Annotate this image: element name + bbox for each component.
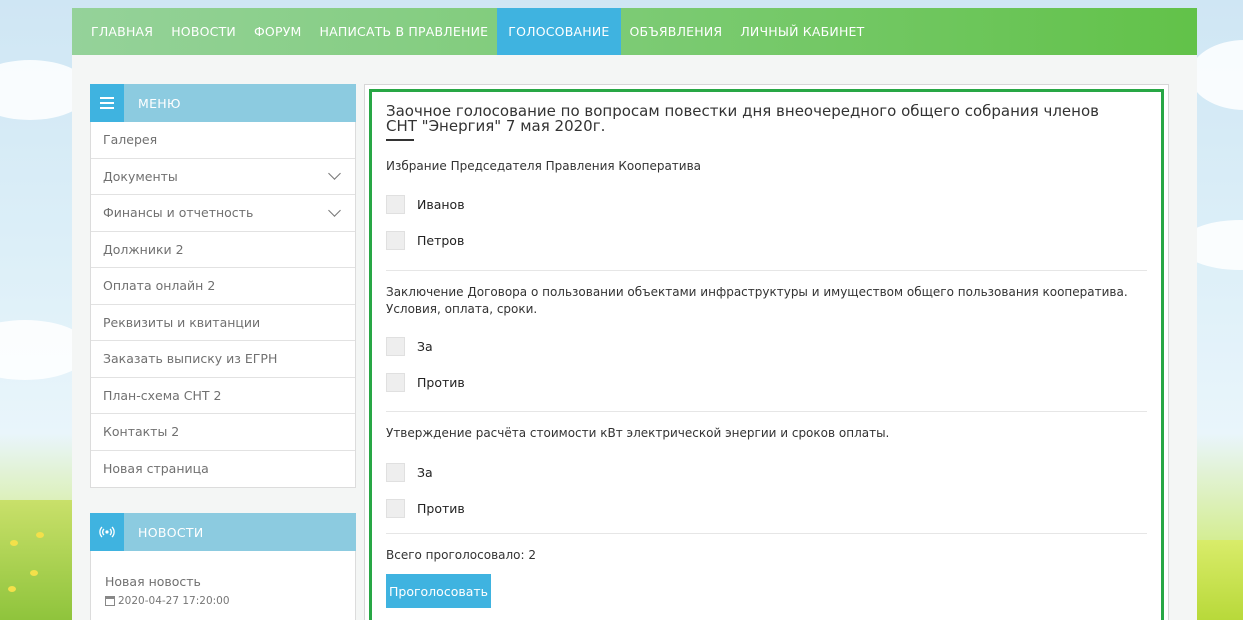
poll-option[interactable]: За xyxy=(386,463,1147,482)
nav-news[interactable]: НОВОСТИ xyxy=(162,8,245,55)
sidebar-item-label: Реквизиты и квитанции xyxy=(103,314,261,330)
flower-decoration xyxy=(30,570,38,576)
sidebar-item-requisites[interactable]: Реквизиты и квитанции xyxy=(91,305,355,341)
poll-option[interactable]: Против xyxy=(386,373,1147,392)
question-line: Условия, оплата, сроки. xyxy=(386,302,538,316)
sidebar-item-label: Документы xyxy=(103,168,178,184)
option-checkbox[interactable] xyxy=(386,231,405,250)
option-label: Петров xyxy=(417,233,465,248)
option-label: Иванов xyxy=(417,197,465,212)
broadcast-icon xyxy=(90,513,124,551)
poll-question: Утверждение расчёта стоимости кВт электр… xyxy=(386,426,890,440)
sidebar-item-egrn[interactable]: Заказать выписку из ЕГРН xyxy=(91,341,355,378)
question-line: Заключение Договора о пользовании объект… xyxy=(386,285,1128,299)
sidebar-item-documents[interactable]: Документы xyxy=(91,159,355,195)
option-label: За xyxy=(417,339,433,354)
sidebar-item-label: Новая страница xyxy=(103,461,209,477)
option-checkbox[interactable] xyxy=(386,499,405,518)
sidebar-item-label: Финансы и отчетность xyxy=(103,205,254,221)
news-header: НОВОСТИ xyxy=(90,513,356,551)
sidebar-item-new-page[interactable]: Новая страница xyxy=(91,451,355,488)
poll-option[interactable]: Иванов xyxy=(386,195,1147,214)
option-checkbox[interactable] xyxy=(386,463,405,482)
poll-option[interactable]: Петров xyxy=(386,231,1147,250)
chevron-down-icon[interactable] xyxy=(328,167,341,181)
hamburger-icon xyxy=(90,84,124,122)
news-date: 2020-04-27 17:20:00 xyxy=(105,595,341,607)
sidebar-item-label: Должники 2 xyxy=(103,241,184,257)
option-label: За xyxy=(417,465,433,480)
flower-decoration xyxy=(36,532,44,538)
sidebar-item-finance[interactable]: Финансы и отчетность xyxy=(91,195,355,232)
main-content: Заочное голосование по вопросам повестки… xyxy=(364,84,1169,620)
page-container: ГЛАВНАЯ НОВОСТИ ФОРУМ НАПИСАТЬ В ПРАВЛЕН… xyxy=(72,8,1197,620)
sidebar-item-online-payment[interactable]: Оплата онлайн 2 xyxy=(91,268,355,305)
flower-decoration xyxy=(8,586,16,592)
poll-option[interactable]: За xyxy=(386,337,1147,356)
news-link[interactable]: Новая новость xyxy=(105,574,201,589)
poll-title-line: СНТ "Энергия" 7 мая 2020г. xyxy=(386,117,606,135)
poll-title: Заочное голосование по вопросам повестки… xyxy=(386,104,1147,134)
sidebar-item-label: Оплата онлайн 2 xyxy=(103,278,216,294)
news-item: Новая новость 2020-04-27 17:20:00 xyxy=(90,551,356,620)
menu-header: МЕНЮ xyxy=(90,84,356,122)
vote-button[interactable]: Проголосовать xyxy=(386,574,491,608)
sidebar-item-label: Контакты 2 xyxy=(103,424,180,440)
calendar-icon xyxy=(105,596,115,606)
meadow-decoration xyxy=(0,500,72,620)
sidebar-item-plan[interactable]: План-схема СНТ 2 xyxy=(91,378,355,414)
cloud-decoration xyxy=(1190,40,1243,110)
sidebar-item-label: Галерея xyxy=(103,132,158,148)
sidebar-item-label: Заказать выписку из ЕГРН xyxy=(103,351,278,367)
chevron-down-icon[interactable] xyxy=(328,203,341,217)
nav-account[interactable]: ЛИЧНЫЙ КАБИНЕТ xyxy=(731,8,873,55)
menu-list: Галерея Документы Финансы и отчетность Д… xyxy=(90,122,356,488)
news-date-text: 2020-04-27 17:20:00 xyxy=(118,595,230,607)
nav-forum[interactable]: ФОРУМ xyxy=(245,8,311,55)
total-votes: Всего проголосовало: 2 xyxy=(386,548,537,562)
sidebar-item-contacts[interactable]: Контакты 2 xyxy=(91,414,355,451)
sidebar-item-debtors[interactable]: Должники 2 xyxy=(91,232,355,268)
option-label: Против xyxy=(417,375,465,390)
news-title-header: НОВОСТИ xyxy=(138,524,204,540)
poll-option[interactable]: Против xyxy=(386,499,1147,518)
nav-voting[interactable]: ГОЛОСОВАНИЕ xyxy=(497,8,621,55)
option-label: Против xyxy=(417,501,465,516)
menu-title: МЕНЮ xyxy=(138,95,181,111)
option-checkbox[interactable] xyxy=(386,337,405,356)
sidebar-menu: МЕНЮ Галерея Документы Финансы и отчетно… xyxy=(90,84,356,488)
poll-form: Заочное голосование по вопросам повестки… xyxy=(369,89,1164,620)
top-navigation: ГЛАВНАЯ НОВОСТИ ФОРУМ НАПИСАТЬ В ПРАВЛЕН… xyxy=(72,8,1197,55)
nav-write-board[interactable]: НАПИСАТЬ В ПРАВЛЕНИЕ xyxy=(311,8,498,55)
nav-home[interactable]: ГЛАВНАЯ xyxy=(82,8,162,55)
poll-question: Избрание Председателя Правления Кооперат… xyxy=(386,159,702,173)
option-checkbox[interactable] xyxy=(386,373,405,392)
sidebar-item-gallery[interactable]: Галерея xyxy=(91,122,355,159)
option-checkbox[interactable] xyxy=(386,195,405,214)
sidebar-item-label: План-схема СНТ 2 xyxy=(103,387,222,403)
flower-decoration xyxy=(10,540,18,546)
nav-announcements[interactable]: ОБЪЯВЛЕНИЯ xyxy=(621,8,732,55)
poll-question: Заключение Договора о пользовании объект… xyxy=(386,284,1147,318)
news-widget: НОВОСТИ Новая новость 2020-04-27 17:20:0… xyxy=(90,513,356,620)
